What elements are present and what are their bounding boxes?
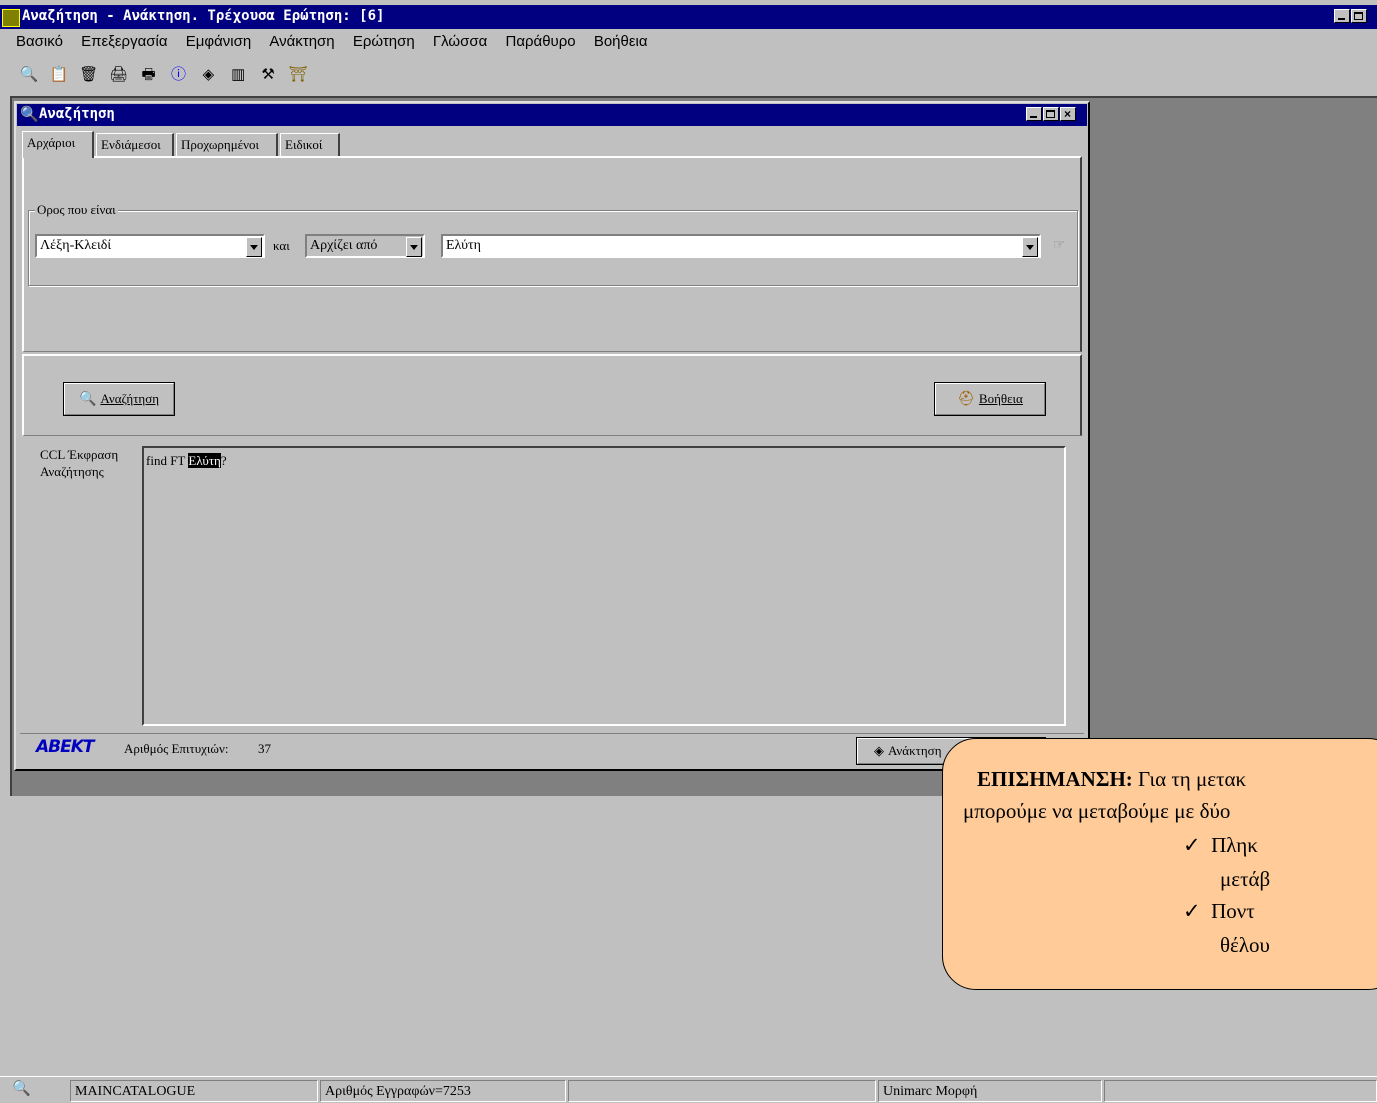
- menu-view[interactable]: Εμφάνιση: [186, 33, 251, 50]
- ccl-expression-box[interactable]: find FT Ελύτη?: [142, 446, 1066, 726]
- search-window-title: Αναζήτηση: [39, 106, 115, 122]
- menu-help[interactable]: Βοήθεια: [594, 33, 648, 50]
- barcode-icon[interactable]: ▥: [227, 64, 249, 86]
- print-icon[interactable]: 🖨: [108, 64, 130, 86]
- match-select[interactable]: Αρχίζει από: [305, 234, 425, 258]
- menu-query[interactable]: Ερώτηση: [353, 33, 415, 50]
- ccl-label-line1: CCL Έκφραση: [40, 447, 119, 462]
- retrieve-icon: ◈: [874, 743, 884, 758]
- ccl-expression: find FT Ελύτη?: [146, 453, 227, 469]
- menu-retrieve[interactable]: Ανάκτηση: [269, 33, 334, 50]
- note-line2: μπορούμε να μεταβούμε με δύο: [963, 799, 1231, 823]
- status-empty: [568, 1080, 876, 1102]
- results-bar: ABEKT Αριθμός Επιτυχιών: 37 ◈ Ανάκτηση: [20, 733, 1084, 768]
- menu-window[interactable]: Παράθυρο: [506, 33, 576, 50]
- status-database: MAINCATALOGUE: [70, 1080, 318, 1102]
- status-bar: 🔍 MAINCATALOGUE Αριθμός Εγγραφών=7253 Un…: [0, 1076, 1377, 1103]
- magnifier-icon[interactable]: 🔍: [20, 105, 39, 123]
- search-records-icon[interactable]: 🔍: [18, 64, 40, 86]
- copy-icon[interactable]: 📋: [48, 64, 70, 86]
- ccl-term: Ελύτη: [188, 453, 221, 468]
- tab-special[interactable]: Ειδικοί: [280, 133, 340, 157]
- check-icon: ✓: [1183, 833, 1201, 857]
- tab-advanced[interactable]: Προχωρημένοι: [176, 133, 278, 157]
- ccl-suffix: ?: [220, 453, 227, 468]
- minimize-icon[interactable]: [1026, 107, 1042, 121]
- search-window: 🔍 Αναζήτηση × Αρχάριοι Ενδιάμεσοι Προχωρ…: [14, 101, 1090, 771]
- help-button-label: Βοήθεια: [978, 391, 1023, 406]
- app-title: Αναζήτηση - Ανάκτηση. Τρέχουσα Ερώτηση: …: [22, 8, 385, 24]
- check-icon: ✓: [1183, 899, 1201, 923]
- tools-icon[interactable]: ⚒: [257, 64, 279, 86]
- tab-beginners[interactable]: Αρχάριοι: [22, 131, 94, 158]
- minimize-icon[interactable]: [1334, 9, 1350, 23]
- chevron-down-icon[interactable]: [246, 237, 262, 257]
- clear-icon[interactable]: 🗑: [78, 64, 100, 86]
- term-group-label: Ορος που είναι: [35, 202, 118, 218]
- window-controls: [1333, 9, 1367, 26]
- info-icon[interactable]: ⓘ: [167, 64, 189, 86]
- connector-label: και: [273, 238, 290, 253]
- tab-strip: Αρχάριοι Ενδιάμεσοι Προχωρημένοι Ειδικοί: [22, 131, 1082, 158]
- status-search-icon: 🔍: [12, 1080, 31, 1097]
- maximize-icon[interactable]: [1351, 9, 1367, 23]
- button-bar: 🔍 Αναζήτηση ⛑ Βοήθεια: [22, 354, 1082, 436]
- term-input[interactable]: Ελύτη: [441, 234, 1041, 258]
- field-select[interactable]: Λέξη-Κλειδί: [35, 234, 265, 258]
- menu-language[interactable]: Γλώσσα: [433, 33, 487, 50]
- help-button[interactable]: ⛑ Βοήθεια: [934, 382, 1046, 416]
- menu-basic[interactable]: Βασικό: [16, 33, 63, 50]
- status-records: Αριθμός Εγγραφών=7253: [320, 1080, 566, 1102]
- abekt-logo: ABEKT: [36, 737, 94, 757]
- toolbar: 🔍 📋 🗑 🖨 🖶 ⓘ ◈ ▥ ⚒ ⛩: [18, 64, 313, 88]
- child-window-controls: ×: [1025, 107, 1076, 124]
- search-button-label: Αναζήτηση: [100, 391, 160, 406]
- menu-edit[interactable]: Επεξεργασία: [81, 33, 167, 50]
- note-bold: ΕΠΙΣΗΜΑΝΣΗ:: [977, 767, 1133, 791]
- note-bullet1-cont: μετάβ: [1220, 867, 1271, 891]
- maximize-icon[interactable]: [1043, 107, 1059, 121]
- app-icon[interactable]: [2, 9, 20, 27]
- status-extra: [1104, 1080, 1377, 1102]
- close-icon[interactable]: ×: [1060, 107, 1076, 121]
- term-lookup-icon[interactable]: ☞: [1049, 236, 1069, 256]
- menu-bar: Βασικό Επεξεργασία Εμφάνιση Ανάκτηση Ερώ…: [16, 33, 662, 55]
- note-bullet1-text: Πληκ: [1211, 833, 1258, 857]
- tab-intermediate[interactable]: Ενδιάμεσοι: [96, 133, 174, 157]
- retrieve-button-label: Ανάκτηση: [888, 743, 942, 758]
- note-bullet2-text: Ποντ: [1211, 899, 1255, 923]
- exit-icon[interactable]: ⛩: [287, 64, 309, 86]
- search-button[interactable]: 🔍 Αναζήτηση: [63, 382, 175, 416]
- chevron-down-icon[interactable]: [1022, 237, 1038, 257]
- tab-page: Ορος που είναι Λέξη-Κλειδί και Αρχίζει α…: [22, 156, 1082, 352]
- ccl-label-line2: Αναζήτησης: [40, 464, 104, 479]
- status-format: Unimarc Μορφή: [878, 1080, 1102, 1102]
- search-window-title-bar: 🔍 Αναζήτηση ×: [17, 104, 1087, 126]
- hits-value: 37: [258, 741, 271, 756]
- field-select-value: Λέξη-Κλειδί: [40, 238, 112, 253]
- note-line1: ΕΠΙΣΗΜΑΝΣΗ: Για τη μετακ: [977, 763, 1246, 795]
- note-bullet2: ✓ Ποντ: [1183, 895, 1255, 927]
- retrieve-icon[interactable]: ◈: [197, 64, 219, 86]
- note-bullet2-cont: θέλου: [1220, 933, 1270, 957]
- search-records-icon: 🔍: [78, 391, 97, 407]
- print-preview-icon[interactable]: 🖶: [138, 64, 160, 86]
- note-line1-text: Για τη μετακ: [1132, 767, 1247, 791]
- note-callout: ΕΠΙΣΗΜΑΝΣΗ: Για τη μετακ μπορούμε να μετ…: [942, 738, 1377, 990]
- app-title-bar: Αναζήτηση - Ανάκτηση. Τρέχουσα Ερώτηση: …: [0, 5, 1377, 29]
- match-select-value: Αρχίζει από: [310, 238, 378, 253]
- ccl-prefix: find FT: [146, 453, 186, 468]
- note-bullet1: ✓ Πληκ: [1183, 829, 1258, 861]
- term-group-box: Ορος που είναι Λέξη-Κλειδί και Αρχίζει α…: [28, 202, 1078, 286]
- term-input-value: Ελύτη: [446, 238, 481, 253]
- chevron-down-icon[interactable]: [406, 237, 422, 257]
- hits-label: Αριθμός Επιτυχιών:: [124, 741, 229, 756]
- help-icon: ⛑: [957, 391, 975, 407]
